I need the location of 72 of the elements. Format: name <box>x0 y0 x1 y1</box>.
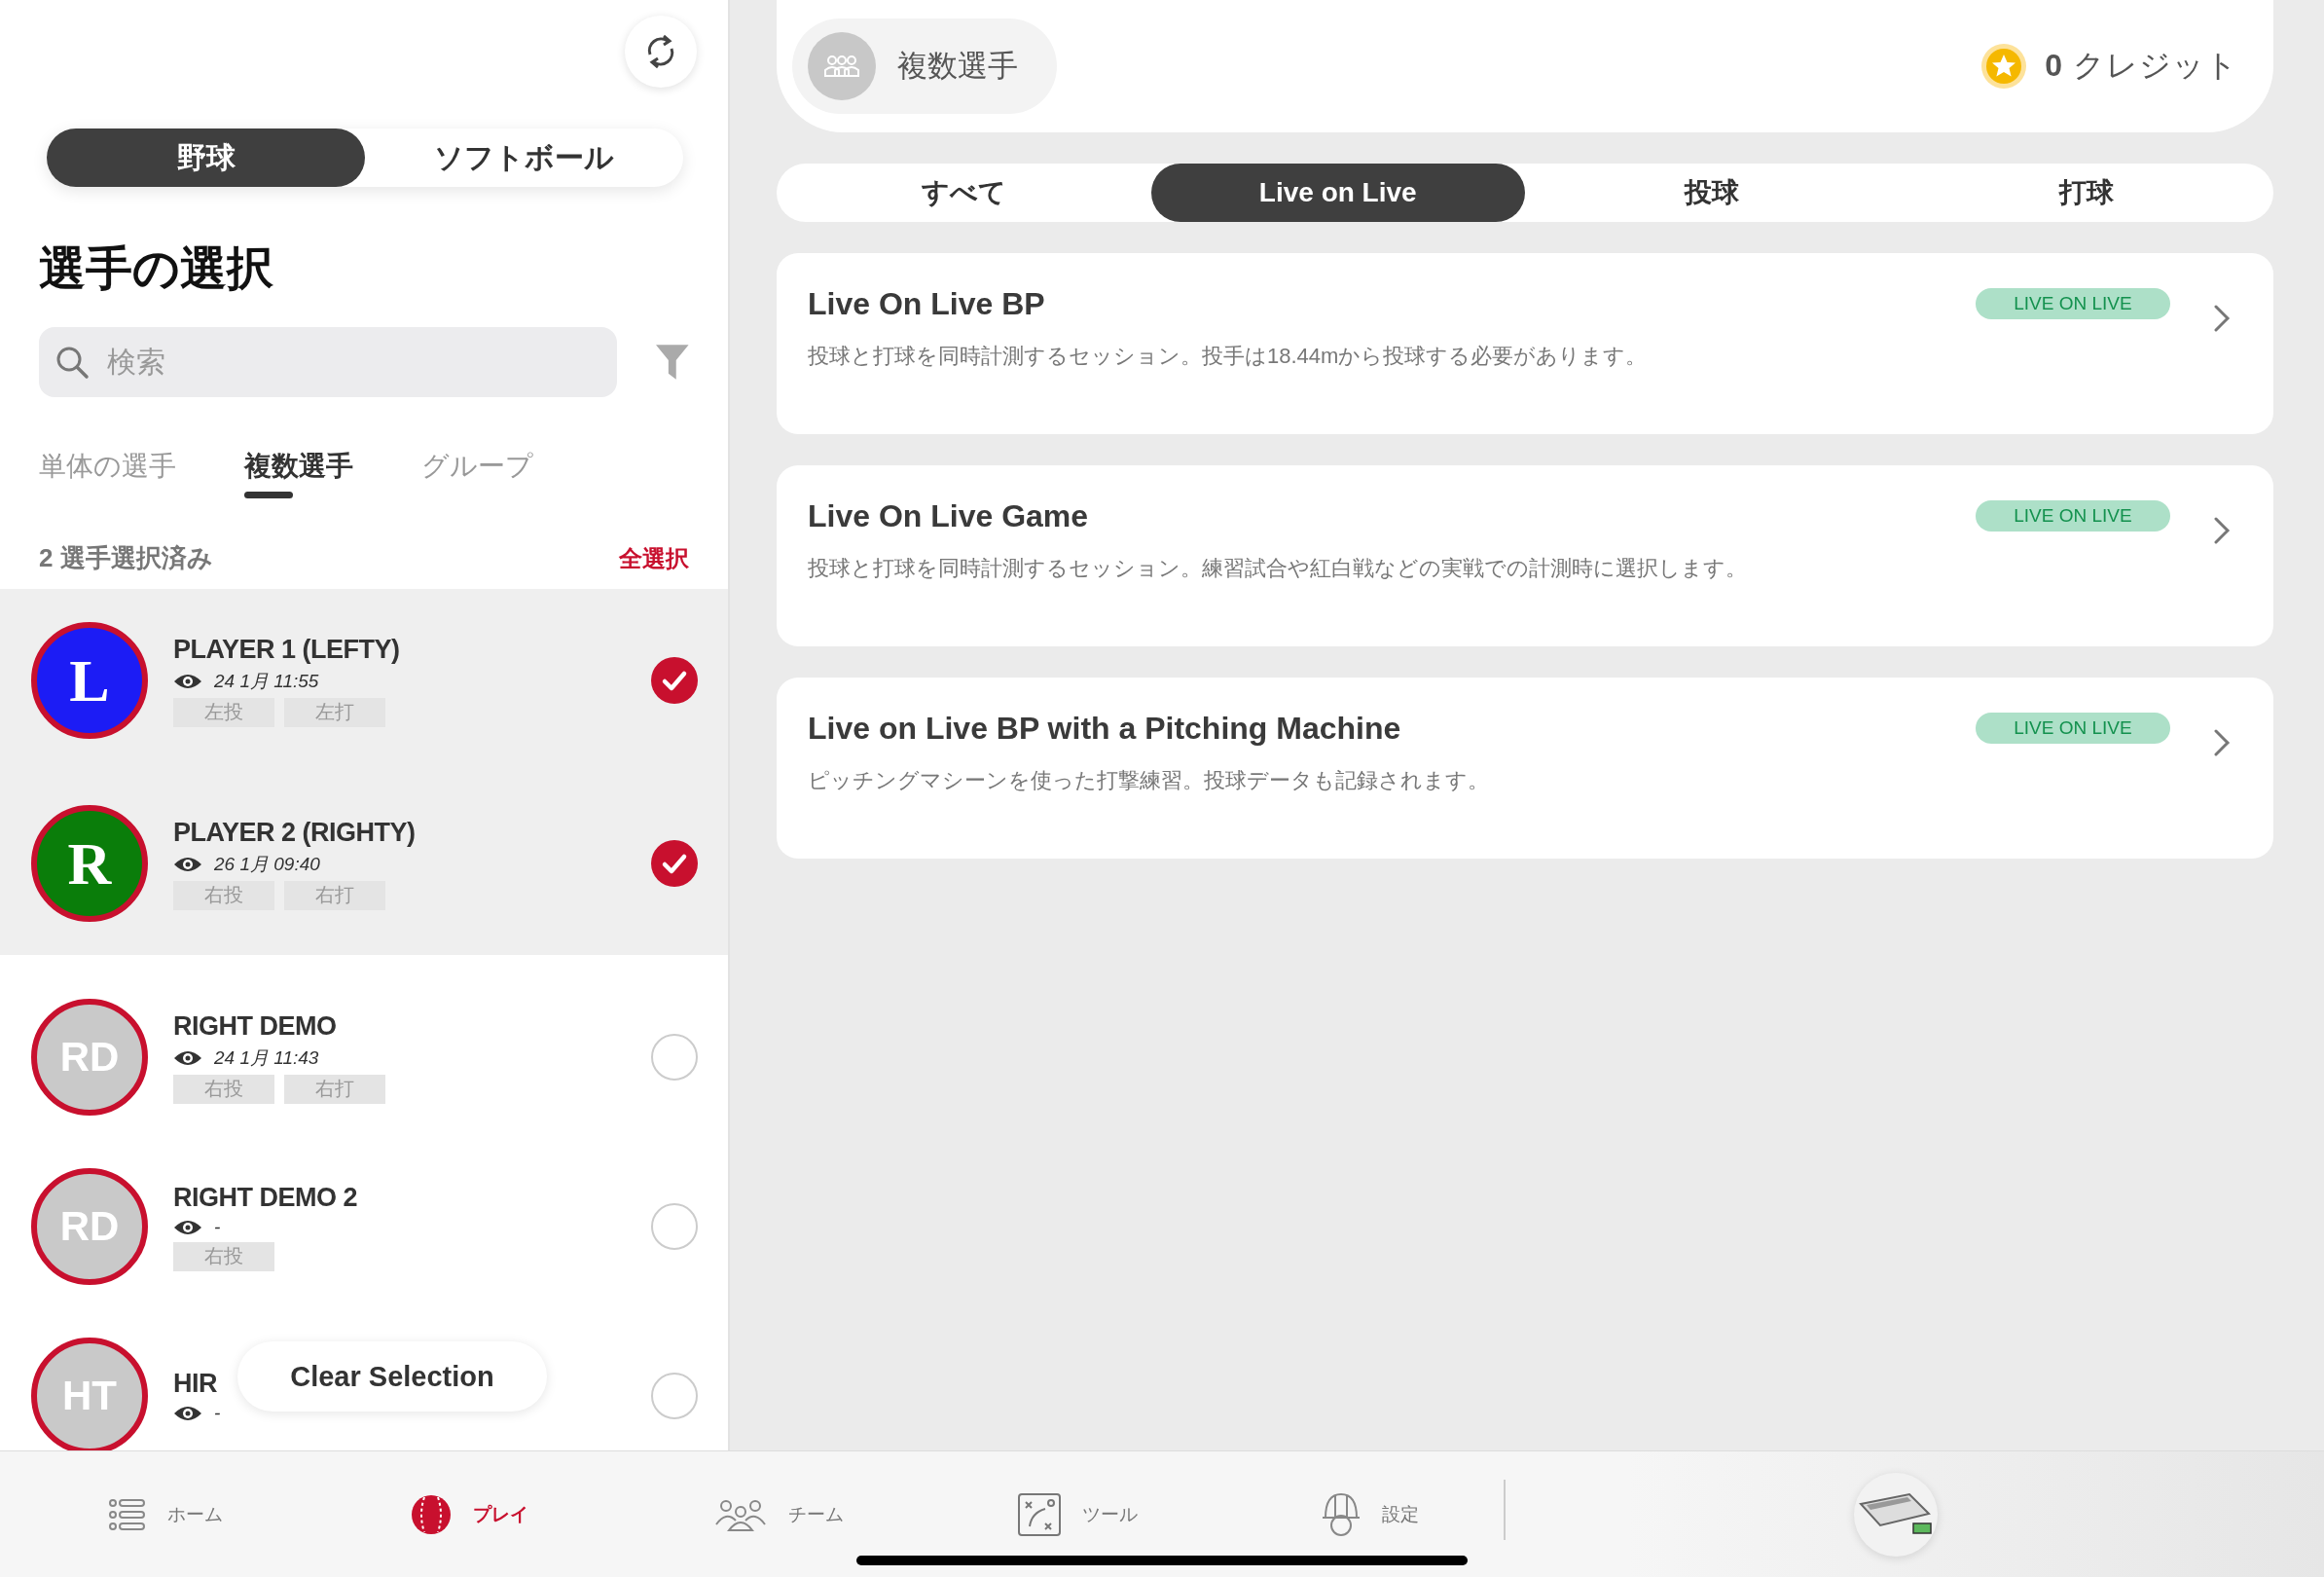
player-tab[interactable]: 複数選手 <box>244 448 353 498</box>
last-seen-time: - <box>214 1216 221 1238</box>
hand-tag: 右投 <box>173 880 274 910</box>
page-title: 選手の選択 <box>39 241 274 296</box>
nav-item[interactable]: チーム <box>714 1496 1018 1532</box>
player-name: HIR <box>173 1368 217 1399</box>
chevron-right-icon <box>2213 728 2231 757</box>
tactics-board-icon <box>1018 1492 1061 1536</box>
player-name: RIGHT DEMO <box>173 1010 337 1042</box>
session-card[interactable]: Live on Live BP with a Pitching Machine ピッチングマシーンを使った打撃練習。投球データも記録されます。 LIVE ON LIVE <box>777 678 2273 859</box>
eye-icon <box>173 855 202 873</box>
select-all-link[interactable]: 全選択 <box>619 542 689 574</box>
sport-option[interactable]: ソフトボール <box>365 128 683 187</box>
unchecked-circle[interactable] <box>650 1033 699 1082</box>
hand-tag: 右打 <box>284 1074 385 1104</box>
search-field[interactable]: 検索 <box>39 327 618 397</box>
credits-count: 0 クレジット <box>2045 47 2238 85</box>
session-description: 投球と打球を同時計測するセッション。練習試合や紅白戦などの実戦での計測時に選択します。 <box>808 555 1748 582</box>
last-seen-time: 26 1月 09:40 <box>214 852 320 876</box>
device-button[interactable] <box>1854 1472 1938 1557</box>
chevron-right-icon <box>2213 304 2231 333</box>
unchecked-circle[interactable] <box>650 1202 699 1251</box>
group-avatar-icon <box>808 32 876 100</box>
session-title: Live On Live BP <box>808 286 1046 322</box>
eye-icon <box>173 1404 202 1422</box>
checked-icon[interactable] <box>650 839 699 888</box>
session-badge: LIVE ON LIVE <box>1976 288 2170 319</box>
hand-tag: 右投 <box>173 1074 274 1104</box>
session-title: Live On Live Game <box>808 498 1090 534</box>
nav-item[interactable]: プレイ <box>411 1493 714 1535</box>
selected-row-background[interactable]: L PLAYER 1 (LEFTY) 24 1月 11:55 左投 左打 <box>0 589 728 772</box>
sport-option[interactable]: 野球 <box>47 128 365 187</box>
nav-item[interactable]: 設定 <box>1322 1491 1504 1537</box>
session-tab[interactable]: Live on Live <box>1150 164 1525 222</box>
session-tab[interactable]: すべて <box>777 164 1151 222</box>
hand-tag: 右打 <box>284 880 385 910</box>
unchecked-circle[interactable] <box>650 1372 699 1420</box>
session-tab[interactable]: 打球 <box>1899 164 2273 222</box>
chevron-right-icon <box>2213 516 2231 545</box>
nav-item[interactable]: ホーム <box>107 1494 411 1534</box>
player-avatar: R <box>31 805 148 922</box>
player-name: PLAYER 1 (LEFTY) <box>173 634 400 665</box>
session-card[interactable]: Live On Live Game 投球と打球を同時計測するセッション。練習試合や紅白戦などの実戦での計測時に選択します。 LIVE ON LIVE <box>777 465 2273 646</box>
mode-pill[interactable]: 複数選手 <box>792 18 1057 114</box>
refresh-button[interactable] <box>625 16 697 88</box>
last-seen-time: 24 1月 11:55 <box>214 669 319 693</box>
eye-icon <box>173 1218 202 1236</box>
star-coin-icon <box>1980 43 2028 90</box>
last-seen-time: - <box>214 1402 221 1424</box>
session-tab[interactable]: 投球 <box>1525 164 1900 222</box>
selected-row-background[interactable]: R PLAYER 2 (RIGHTY) 26 1月 09:40 右投 右打 <box>0 772 728 955</box>
player-name: PLAYER 2 (RIGHTY) <box>173 817 416 848</box>
nav-item[interactable]: ツール <box>1018 1492 1322 1536</box>
hand-tag: 右投 <box>173 1241 274 1271</box>
hand-tag: 左投 <box>173 697 274 727</box>
session-description: ピッチングマシーンを使った打撃練習。投球データも記録されます。 <box>808 767 1490 794</box>
hand-tag: 左打 <box>284 697 385 727</box>
helmet-icon <box>1322 1491 1361 1537</box>
checked-icon[interactable] <box>650 656 699 705</box>
eye-icon <box>173 672 202 690</box>
session-badge: LIVE ON LIVE <box>1976 713 2170 744</box>
clear-selection-button[interactable]: Clear Selection <box>237 1341 547 1412</box>
session-badge: LIVE ON LIVE <box>1976 500 2170 532</box>
session-card[interactable]: Live On Live BP 投球と打球を同時計測するセッション。投手は18.44mから投球する必要があります。 LIVE ON LIVE <box>777 253 2273 434</box>
baseball-icon <box>411 1493 452 1535</box>
session-description: 投球と打球を同時計測するセッション。投手は18.44mから投球する必要があります。 <box>808 343 1649 370</box>
session-title: Live on Live BP with a Pitching Machine <box>808 711 1402 747</box>
player-name: RIGHT DEMO 2 <box>173 1182 357 1213</box>
selected-count: 2 選手選択済み <box>39 542 213 574</box>
player-avatar: L <box>31 622 148 739</box>
last-seen-time: 24 1月 11:43 <box>214 1045 319 1070</box>
eye-icon <box>173 1048 202 1067</box>
